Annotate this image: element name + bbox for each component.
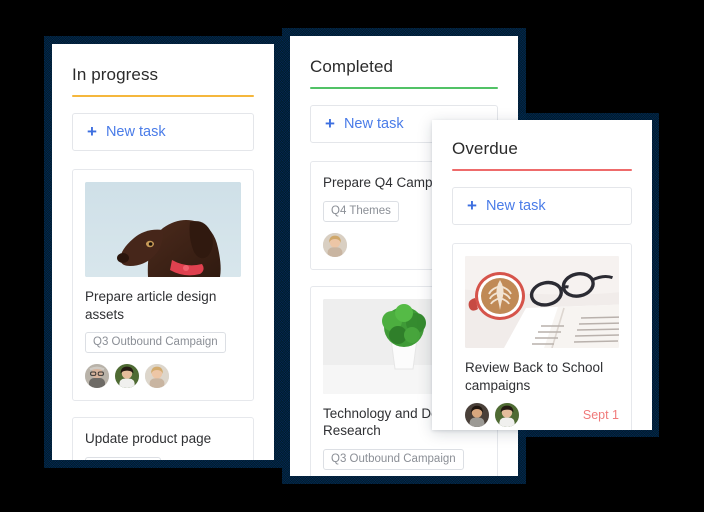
- new-task-label: New task: [485, 197, 546, 214]
- plus-icon: +: [325, 114, 335, 134]
- task-thumbnail-dog: [85, 181, 241, 277]
- task-card[interactable]: Update product page Q4 Themes: [72, 417, 254, 460]
- new-task-button-in-progress[interactable]: + New task: [72, 112, 254, 151]
- kanban-board: In progress + New task Prepare article d…: [0, 0, 704, 512]
- task-tag[interactable]: Q4 Themes: [323, 200, 399, 222]
- column-title-completed: Completed: [310, 57, 394, 76]
- new-task-label: New task: [343, 115, 404, 132]
- task-title: Review Back to School campaigns: [465, 359, 604, 393]
- new-task-button-overdue[interactable]: + New task: [452, 186, 632, 225]
- task-title: Prepare article design assets: [85, 288, 217, 322]
- column-overdue: Overdue + New task Review Back to School…: [432, 120, 652, 430]
- avatar[interactable]: [85, 364, 109, 389]
- column-accent-rule-in-progress: [72, 94, 254, 97]
- column-title-in-progress: In progress: [72, 65, 159, 84]
- avatar[interactable]: [145, 364, 169, 389]
- task-title: Update product page: [85, 431, 212, 447]
- task-tag[interactable]: Q4 Themes: [85, 457, 161, 460]
- plus-icon: +: [87, 122, 97, 142]
- column-accent-rule-overdue: [452, 168, 632, 171]
- column-accent-rule-completed: [310, 86, 498, 89]
- new-task-label: New task: [105, 123, 166, 140]
- task-tag[interactable]: Q3 Outbound Campaign: [323, 449, 464, 471]
- task-meta-row: Sept 1: [465, 403, 619, 428]
- avatar[interactable]: [115, 364, 139, 389]
- column-in-progress: In progress + New task Prepare article d…: [52, 44, 274, 460]
- task-due-date: Sept 1: [582, 408, 619, 423]
- task-tag[interactable]: Q3 Outbound Campaign: [85, 332, 226, 354]
- avatar[interactable]: [495, 403, 519, 428]
- task-assignees: [85, 364, 241, 389]
- avatar[interactable]: [323, 232, 347, 257]
- task-card[interactable]: Review Back to School campaigns Sept 1: [452, 242, 632, 430]
- avatar[interactable]: [465, 403, 489, 428]
- task-thumbnail-coffee-book: [465, 255, 619, 348]
- column-title-overdue: Overdue: [452, 139, 518, 158]
- task-assignees: [465, 403, 519, 428]
- plus-icon: +: [467, 196, 477, 216]
- task-card[interactable]: Prepare article design assets Q3 Outboun…: [72, 168, 254, 402]
